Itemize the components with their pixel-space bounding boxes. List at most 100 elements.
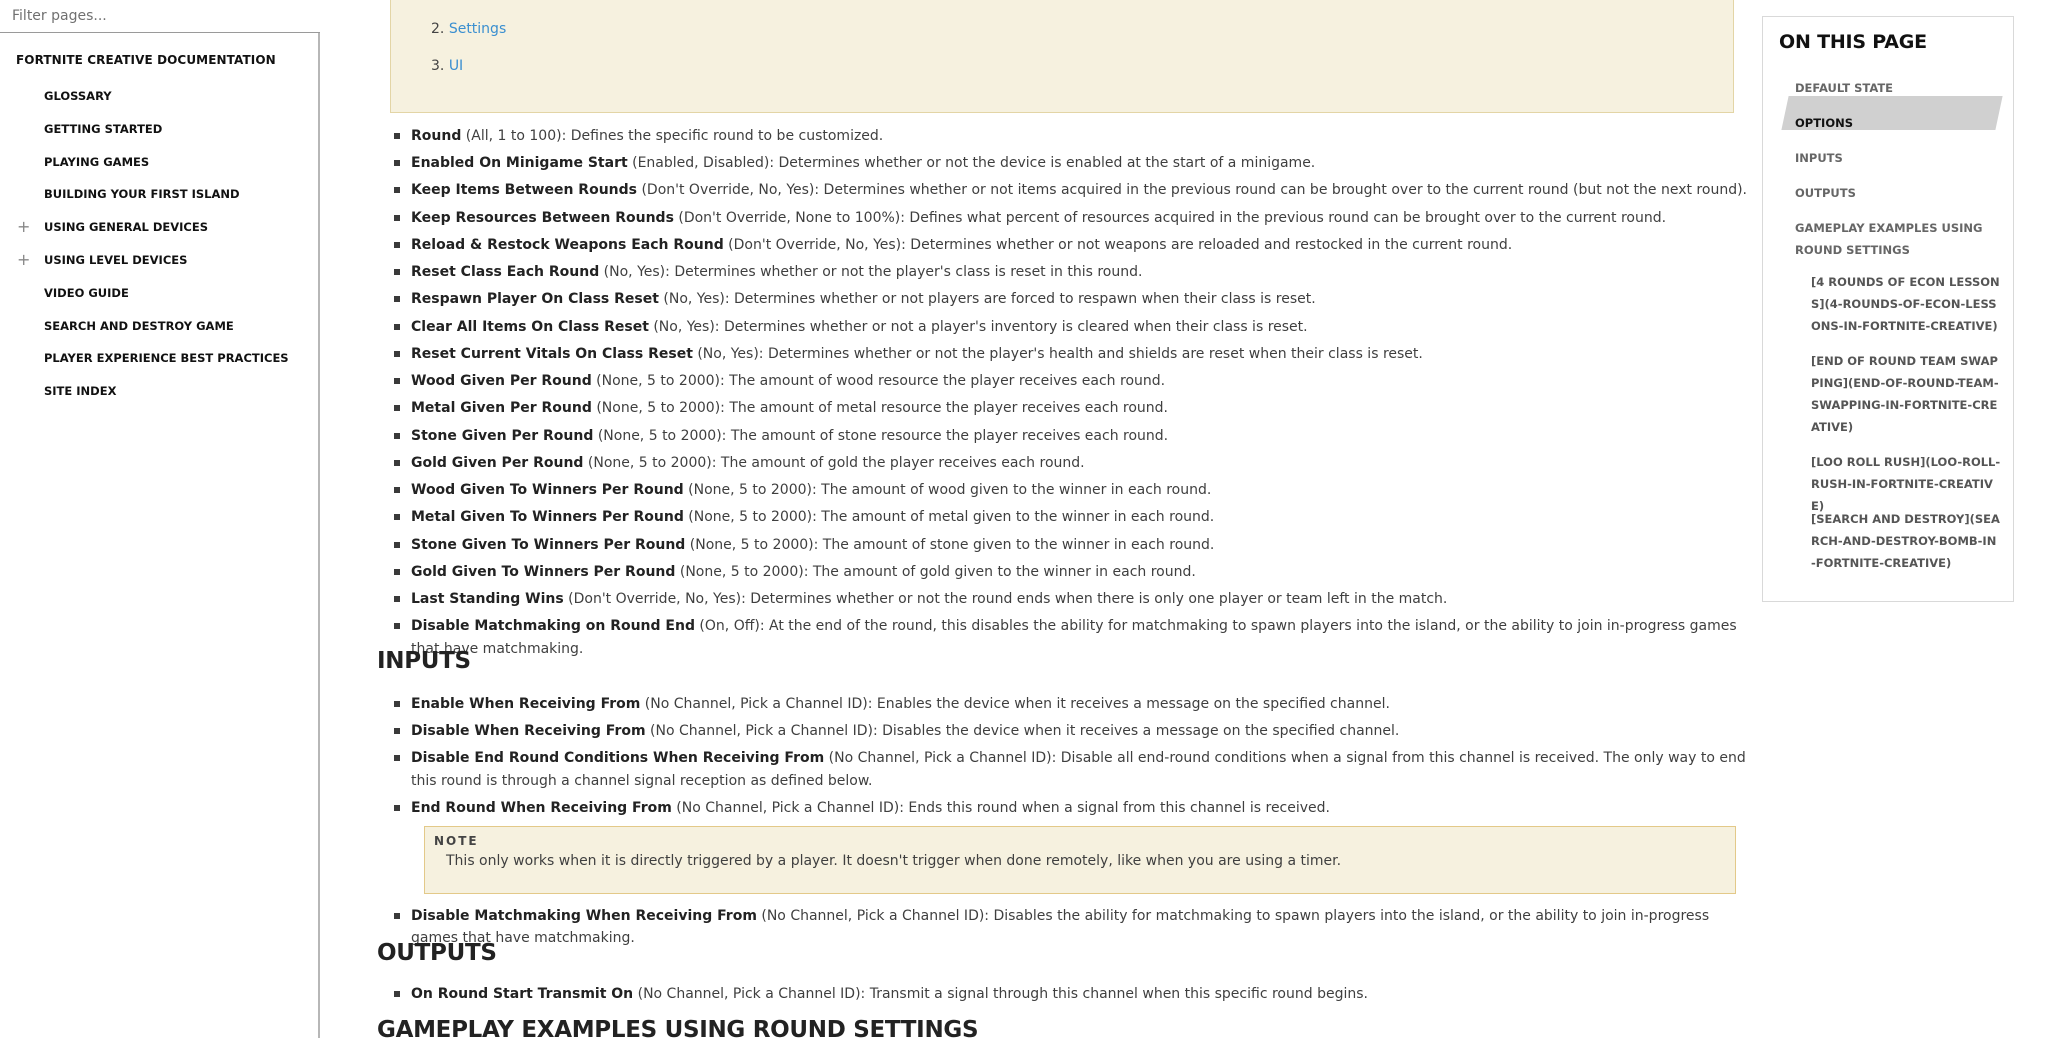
option-name: Last Standing Wins xyxy=(411,590,564,607)
option-name: Clear All Items On Class Reset xyxy=(411,318,649,335)
inputs-list: Enable When Receiving From (No Channel, … xyxy=(392,693,1747,824)
toc-link-settings[interactable]: Settings xyxy=(449,21,506,37)
list-item: Enable When Receiving From (No Channel, … xyxy=(392,693,1747,715)
option-desc: (None, 5 to 2000): The amount of wood gi… xyxy=(683,482,1212,499)
filter-pages-input[interactable] xyxy=(0,0,320,33)
gameplay-examples-heading: GAMEPLAY EXAMPLES USING ROUND SETTINGS xyxy=(377,1017,979,1043)
option-desc: (None, 5 to 2000): The amount of metal g… xyxy=(683,509,1215,526)
sidebar-root-link[interactable]: FORTNITE CREATIVE DOCUMENTATION xyxy=(16,53,276,67)
sidebar-item-glossary[interactable]: GLOSSARY xyxy=(44,89,112,103)
list-item: Clear All Items On Class Reset (No, Yes)… xyxy=(392,316,1747,338)
list-item: Round (All, 1 to 100): Defines the speci… xyxy=(392,125,1747,147)
option-name: Round xyxy=(411,128,462,144)
otp-sublink-search-and-destroy[interactable]: [SEARCH AND DESTROY](SEARCH-AND-DESTROY-… xyxy=(1811,508,2001,574)
input-name: Disable When Receiving From xyxy=(411,723,646,740)
input-name: Enable When Receiving From xyxy=(411,696,641,712)
toc-item-number: 3. xyxy=(431,58,445,74)
on-this-page-title: ON THIS PAGE xyxy=(1779,31,1927,53)
table-of-contents-box: 2. Settings 3. UI xyxy=(390,0,1734,113)
option-name: Stone Given Per Round xyxy=(411,427,594,444)
otp-link-inputs[interactable]: INPUTS xyxy=(1795,147,1995,169)
sidebar-item-building-your-first-island[interactable]: BUILDING YOUR FIRST ISLAND xyxy=(44,187,240,201)
otp-link-default-state[interactable]: DEFAULT STATE xyxy=(1795,77,1995,99)
option-desc: (None, 5 to 2000): The amount of gold gi… xyxy=(675,563,1196,580)
list-item: Last Standing Wins (Don't Override, No, … xyxy=(392,588,1747,610)
list-item: Disable Matchmaking When Receiving From … xyxy=(392,905,1747,950)
input-desc: (No Channel, Pick a Channel ID): Enables… xyxy=(640,696,1390,712)
outputs-list: On Round Start Transmit On (No Channel, … xyxy=(392,983,1747,1010)
list-item: Gold Given Per Round (None, 5 to 2000): … xyxy=(392,452,1747,474)
list-item: Metal Given Per Round (None, 5 to 2000):… xyxy=(392,397,1747,419)
list-item: Gold Given To Winners Per Round (None, 5… xyxy=(392,561,1747,583)
option-desc: (None, 5 to 2000): The amount of wood re… xyxy=(591,373,1166,390)
main-content: 2. Settings 3. UI Round (All, 1 to 100):… xyxy=(322,0,1754,1043)
list-item: Reset Class Each Round (No, Yes): Determ… xyxy=(392,261,1747,283)
input-name: End Round When Receiving From xyxy=(411,800,672,816)
list-item: Respawn Player On Class Reset (No, Yes):… xyxy=(392,288,1747,310)
toc-item: 3. UI xyxy=(431,58,463,74)
option-desc: (All, 1 to 100): Defines the specific ro… xyxy=(461,128,884,144)
option-name: Disable Matchmaking on Round End xyxy=(411,618,695,635)
option-desc: (None, 5 to 2000): The amount of metal r… xyxy=(591,400,1169,417)
toc-link-ui[interactable]: UI xyxy=(449,58,463,74)
option-name: Reload & Restock Weapons Each Round xyxy=(411,236,724,253)
list-item: On Round Start Transmit On (No Channel, … xyxy=(392,983,1747,1005)
toc-item: 2. Settings xyxy=(431,21,506,37)
option-name: Enabled On Minigame Start xyxy=(411,155,628,172)
option-desc: (None, 5 to 2000): The amount of stone r… xyxy=(593,427,1169,444)
expand-icon[interactable]: + xyxy=(17,219,30,235)
option-desc: (Don't Override, No, Yes): Determines wh… xyxy=(563,590,1448,607)
option-desc: (Enabled, Disabled): Determines whether … xyxy=(627,155,1316,172)
on-this-page-panel: ON THIS PAGE DEFAULT STATE OPTIONS INPUT… xyxy=(1762,16,2014,602)
option-desc: (No, Yes): Determines whether or not the… xyxy=(599,264,1143,281)
option-desc: (No, Yes): Determines whether or not the… xyxy=(692,345,1423,362)
list-item: Stone Given To Winners Per Round (None, … xyxy=(392,534,1747,556)
outputs-heading: OUTPUTS xyxy=(377,940,497,966)
otp-sublink-team-swapping[interactable]: [END OF ROUND TEAM SWAPPING](END-OF-ROUN… xyxy=(1811,350,2001,438)
output-name: On Round Start Transmit On xyxy=(411,986,634,1002)
otp-link-outputs[interactable]: OUTPUTS xyxy=(1795,182,1995,204)
sidebar-item-player-experience[interactable]: PLAYER EXPERIENCE BEST PRACTICES xyxy=(44,351,289,365)
input-name: Disable End Round Conditions When Receiv… xyxy=(411,750,825,767)
inputs-heading: INPUTS xyxy=(377,648,471,674)
otp-sublink-econ-lessons[interactable]: [4 ROUNDS OF ECON LESSONS](4-ROUNDS-OF-E… xyxy=(1811,271,2001,337)
option-name: Metal Given Per Round xyxy=(411,400,592,417)
sidebar-item-site-index[interactable]: SITE INDEX xyxy=(44,384,116,398)
output-desc: (No Channel, Pick a Channel ID): Transmi… xyxy=(633,986,1368,1002)
sidebar-item-using-general-devices[interactable]: USING GENERAL DEVICES xyxy=(44,220,208,234)
list-item: Reload & Restock Weapons Each Round (Don… xyxy=(392,234,1747,256)
otp-link-options[interactable]: OPTIONS xyxy=(1795,112,1995,134)
option-name: Gold Given Per Round xyxy=(411,454,584,471)
note-callout: NOTE This only works when it is directly… xyxy=(424,826,1736,894)
note-text: This only works when it is directly trig… xyxy=(446,853,1342,869)
option-desc: (Don't Override, No, Yes): Determines wh… xyxy=(723,236,1513,253)
sidebar-item-video-guide[interactable]: VIDEO GUIDE xyxy=(44,286,129,300)
list-item: Wood Given Per Round (None, 5 to 2000): … xyxy=(392,370,1747,392)
option-name: Stone Given To Winners Per Round xyxy=(411,536,686,553)
list-item: Enabled On Minigame Start (Enabled, Disa… xyxy=(392,152,1747,174)
option-name: Keep Items Between Rounds xyxy=(411,182,637,199)
sidebar-item-search-and-destroy-game[interactable]: SEARCH AND DESTROY GAME xyxy=(44,319,234,333)
list-item: Stone Given Per Round (None, 5 to 2000):… xyxy=(392,425,1747,447)
option-desc: (None, 5 to 2000): The amount of gold th… xyxy=(583,454,1085,471)
option-desc: (No, Yes): Determines whether or not pla… xyxy=(658,291,1316,308)
otp-link-gameplay-examples[interactable]: GAMEPLAY EXAMPLES USING ROUND SETTINGS xyxy=(1795,217,1985,261)
input-desc: (No Channel, Pick a Channel ID): Ends th… xyxy=(671,800,1330,816)
sidebar-item-playing-games[interactable]: PLAYING GAMES xyxy=(44,155,149,169)
list-item: Wood Given To Winners Per Round (None, 5… xyxy=(392,479,1747,501)
options-list: Round (All, 1 to 100): Defines the speci… xyxy=(392,125,1747,665)
option-name: Keep Resources Between Rounds xyxy=(411,209,674,226)
option-name: Wood Given Per Round xyxy=(411,373,592,390)
sidebar-item-using-level-devices[interactable]: USING LEVEL DEVICES xyxy=(44,253,187,267)
list-item: Metal Given To Winners Per Round (None, … xyxy=(392,506,1747,528)
option-name: Gold Given To Winners Per Round xyxy=(411,563,676,580)
option-name: Wood Given To Winners Per Round xyxy=(411,482,684,499)
sidebar-item-getting-started[interactable]: GETTING STARTED xyxy=(44,122,162,136)
option-desc: (Don't Override, None to 100%): Defines … xyxy=(673,209,1667,226)
list-item: Keep Resources Between Rounds (Don't Ove… xyxy=(392,207,1747,229)
option-name: Metal Given To Winners Per Round xyxy=(411,509,684,526)
list-item: End Round When Receiving From (No Channe… xyxy=(392,797,1747,819)
expand-icon[interactable]: + xyxy=(17,252,30,268)
list-item: Disable End Round Conditions When Receiv… xyxy=(392,747,1747,792)
inputs-list-continued: Disable Matchmaking When Receiving From … xyxy=(392,905,1747,955)
